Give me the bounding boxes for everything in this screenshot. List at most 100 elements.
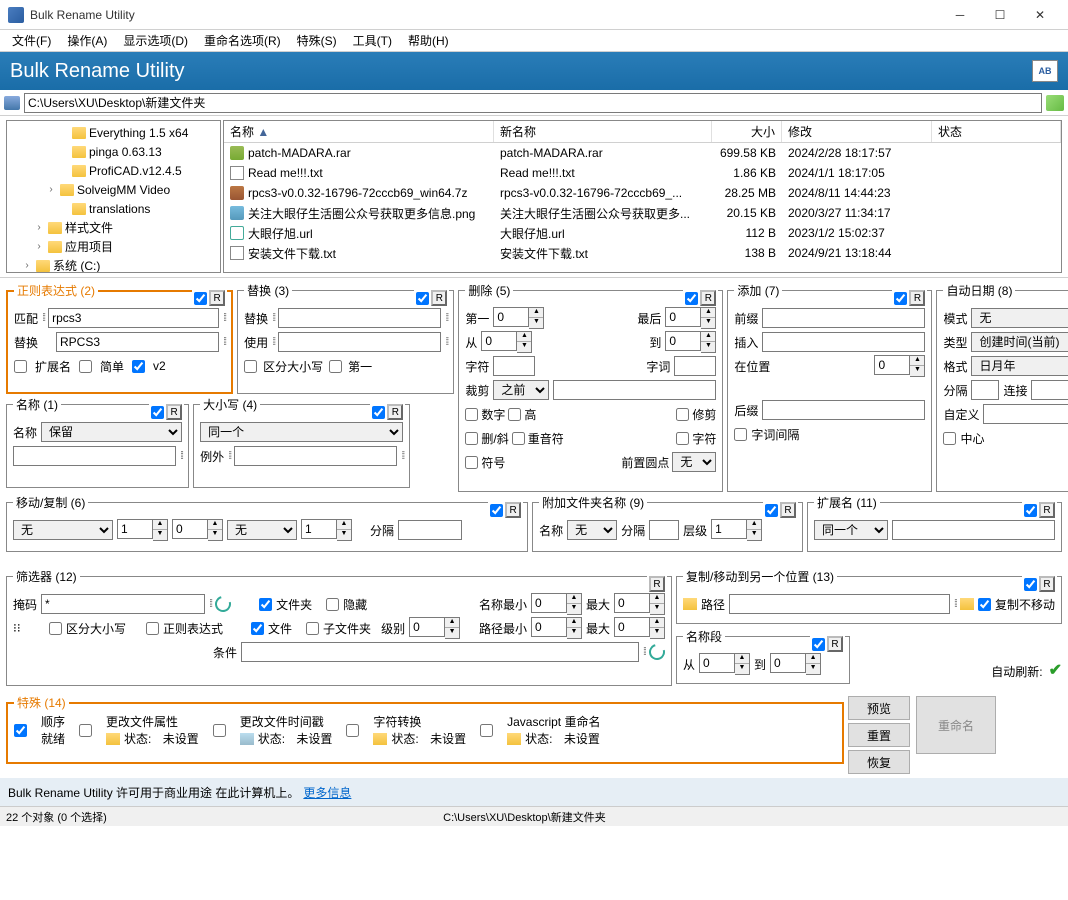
- autodate-fmt-select[interactable]: 日月年: [971, 356, 1068, 376]
- col-status[interactable]: 状态: [932, 121, 1061, 142]
- filters-pathmax[interactable]: [614, 617, 650, 637]
- autodate-sep-input[interactable]: [971, 380, 999, 400]
- autodate-cent-cb[interactable]: [943, 432, 956, 445]
- more-info-link[interactable]: 更多信息: [303, 784, 351, 801]
- filters-namemax[interactable]: [614, 593, 650, 613]
- appendfolder-select[interactable]: 无: [567, 520, 617, 540]
- charenc-icon[interactable]: [373, 733, 387, 745]
- special-order-cb[interactable]: [14, 724, 27, 737]
- file-row[interactable]: Read me!!!.txtRead me!!!.txt1.86 KB2024/…: [224, 163, 1061, 183]
- file-row[interactable]: rpcs3-v0.0.32-16796-72cccb69_win64.7zrpc…: [224, 183, 1061, 203]
- folder-tree[interactable]: Everything 1.5 x64pinga 0.63.13ProfiCAD.…: [6, 120, 221, 273]
- file-row[interactable]: 关注大眼仔生活圈公众号获取更多信息.png关注大眼仔生活圈公众号获取更多...2…: [224, 203, 1061, 223]
- regex-ext-cb[interactable]: [14, 360, 27, 373]
- tree-item[interactable]: ›SolveigMM Video: [7, 180, 220, 199]
- replace-cs-cb[interactable]: [244, 360, 257, 373]
- name-select[interactable]: 保留: [41, 422, 182, 442]
- close-button[interactable]: ✕: [1020, 1, 1060, 29]
- special-attrs-cb[interactable]: [79, 724, 92, 737]
- appendfolder-enable[interactable]: [765, 504, 778, 517]
- remove-accents-cb[interactable]: [512, 432, 525, 445]
- remove-ds-cb[interactable]: [465, 432, 478, 445]
- name-fixed-input[interactable]: [13, 446, 176, 466]
- tree-item[interactable]: ›样式文件: [7, 218, 220, 237]
- folder-icon[interactable]: [4, 96, 20, 110]
- case-excp-input[interactable]: [234, 446, 397, 466]
- remove-leaddot-select[interactable]: 无: [672, 452, 716, 472]
- tree-item[interactable]: translations: [7, 199, 220, 218]
- regex-v2-cb[interactable]: [132, 360, 145, 373]
- tree-item[interactable]: ProfiCAD.v12.4.5: [7, 161, 220, 180]
- ext-reset[interactable]: R: [1039, 502, 1055, 518]
- remove-enable[interactable]: [685, 292, 698, 305]
- autodate-type-select[interactable]: 创建时间(当前): [971, 332, 1068, 352]
- col-size[interactable]: 大小: [712, 121, 782, 142]
- restore-button[interactable]: 恢复: [848, 750, 910, 774]
- menu-help[interactable]: 帮助(H): [400, 30, 457, 51]
- nameseg-enable[interactable]: [812, 638, 825, 651]
- attrs-icon[interactable]: [106, 733, 120, 745]
- filters-folders-cb[interactable]: [259, 598, 272, 611]
- movecopy-enable[interactable]: [490, 504, 503, 517]
- replace-with-input[interactable]: [278, 332, 441, 352]
- special-charenc-cb[interactable]: [346, 724, 359, 737]
- remove-first-input[interactable]: [493, 307, 529, 327]
- name-enable[interactable]: [151, 406, 164, 419]
- nameseg-to[interactable]: [770, 653, 806, 673]
- menu-special[interactable]: 特殊(S): [289, 30, 345, 51]
- movecopy-n0[interactable]: [172, 519, 208, 539]
- col-name[interactable]: 名称 ▲: [224, 121, 494, 142]
- filters-cond-input[interactable]: [241, 642, 639, 662]
- add-insert-input[interactable]: [762, 332, 925, 352]
- regex-enable[interactable]: [194, 292, 207, 305]
- movecopy-sel2[interactable]: 无: [227, 520, 297, 540]
- col-newname[interactable]: 新名称: [494, 121, 712, 142]
- rename-button[interactable]: 重命名: [916, 696, 996, 754]
- copymove-enable[interactable]: [1024, 578, 1037, 591]
- file-row[interactable]: 大眼仔旭.url大眼仔旭.url112 B2023/1/2 15:02:37: [224, 223, 1061, 243]
- filters-mask-input[interactable]: [41, 594, 205, 614]
- movecopy-n2[interactable]: [301, 519, 337, 539]
- tree-item[interactable]: ›系统 (C:): [7, 256, 220, 273]
- go-icon[interactable]: [1046, 95, 1064, 111]
- refresh-icon[interactable]: [212, 593, 234, 615]
- copymove-path-input[interactable]: [729, 594, 950, 614]
- add-enable[interactable]: [894, 292, 907, 305]
- remove-sym-cb[interactable]: [465, 456, 478, 469]
- menu-file[interactable]: 文件(F): [4, 30, 59, 51]
- col-modified[interactable]: 修改: [782, 121, 932, 142]
- remove-words-input[interactable]: [674, 356, 716, 376]
- copymove-nomove-cb[interactable]: [978, 598, 991, 611]
- tree-item[interactable]: pinga 0.63.13: [7, 142, 220, 161]
- ext-select[interactable]: 同一个: [814, 520, 888, 540]
- autodate-link-input[interactable]: [1031, 380, 1068, 400]
- appendfolder-reset[interactable]: R: [780, 502, 796, 518]
- filters-subfolders-cb[interactable]: [306, 622, 319, 635]
- autodate-custom-input[interactable]: [983, 404, 1068, 424]
- preview-button[interactable]: 预览: [848, 696, 910, 720]
- nameseg-from[interactable]: [699, 653, 735, 673]
- filters-namemin[interactable]: [531, 593, 567, 613]
- regex-replace-input[interactable]: [56, 332, 219, 352]
- add-pos-input[interactable]: [874, 355, 910, 375]
- remove-high-cb[interactable]: [508, 408, 521, 421]
- filters-reset[interactable]: R: [649, 576, 665, 592]
- movecopy-sel1[interactable]: 无: [13, 520, 113, 540]
- menu-tools[interactable]: 工具(T): [345, 30, 400, 51]
- case-enable[interactable]: [372, 406, 385, 419]
- ext-input[interactable]: [892, 520, 1055, 540]
- movecopy-reset[interactable]: R: [505, 502, 521, 518]
- filters-pathmin[interactable]: [531, 617, 567, 637]
- path-input[interactable]: [24, 93, 1042, 113]
- add-prefix-input[interactable]: [762, 308, 925, 328]
- movecopy-n1[interactable]: [117, 519, 153, 539]
- filters-hidden-cb[interactable]: [326, 598, 339, 611]
- add-reset[interactable]: R: [909, 290, 925, 306]
- replace-find-input[interactable]: [278, 308, 441, 328]
- remove-last-input[interactable]: [665, 307, 701, 327]
- autodate-mode-select[interactable]: 无: [971, 308, 1068, 328]
- replace-first-cb[interactable]: [329, 360, 342, 373]
- menu-action[interactable]: 操作(A): [59, 30, 115, 51]
- regex-simple-cb[interactable]: [79, 360, 92, 373]
- movecopy-sep-input[interactable]: [398, 520, 462, 540]
